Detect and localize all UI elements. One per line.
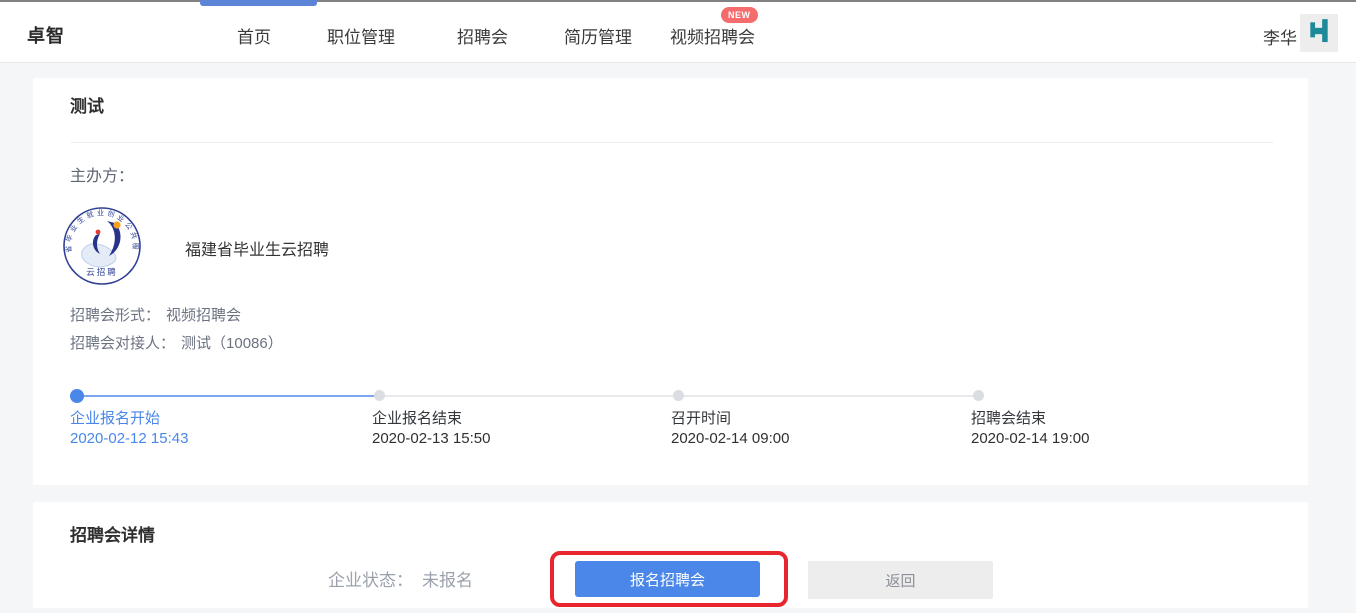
nav-item-job-management[interactable]: 职位管理 xyxy=(327,23,395,48)
nav-item-video-job-fair[interactable]: 视频招聘会 xyxy=(670,23,755,48)
register-job-fair-button[interactable]: 报名招聘会 xyxy=(575,561,760,597)
job-fair-details-card: 招聘会详情 企业状态： 未报名 报名招聘会 返回 xyxy=(33,502,1308,608)
brand-logo-text[interactable]: 卓智 xyxy=(27,22,65,48)
organizer-name: 福建省毕业生云招聘 xyxy=(185,236,329,260)
user-avatar[interactable] xyxy=(1300,14,1338,52)
timeline-step-title: 召开时间 xyxy=(671,407,731,428)
timeline-step-title: 企业报名开始 xyxy=(70,407,160,428)
nav-item-home[interactable]: 首页 xyxy=(237,23,271,48)
fair-contact-value: 测试（10086） xyxy=(181,335,283,352)
brand-h-icon xyxy=(1304,16,1334,51)
new-badge: NEW xyxy=(721,7,758,23)
enterprise-status-label: 企业状态： xyxy=(328,571,413,590)
timeline-step-title: 企业报名结束 xyxy=(372,407,462,428)
timeline-step-time: 2020-02-14 09:00 xyxy=(671,430,789,447)
job-fair-summary-card: 测试 主办方： 福建省毕业生就业创业公共服务网 云招聘 福建省毕业生云招聘 招聘… xyxy=(33,78,1308,485)
fair-format-label: 招聘会形式： xyxy=(70,307,160,324)
timeline-step-title: 招聘会结束 xyxy=(971,407,1046,428)
fair-format-value: 视频招聘会 xyxy=(166,307,241,324)
organizer-label: 主办方： xyxy=(70,162,134,186)
fair-format-line: 招聘会形式： 视频招聘会 xyxy=(70,304,241,325)
user-name[interactable]: 李华 xyxy=(1263,24,1297,49)
top-navbar: 卓智 首页 职位管理 招聘会 简历管理 视频招聘会 NEW 李华 xyxy=(0,2,1356,63)
details-heading: 招聘会详情 xyxy=(70,521,155,546)
seal-bottom-text: 云招聘 xyxy=(86,267,118,277)
timeline-step-time: 2020-02-13 15:50 xyxy=(372,430,490,447)
organizer-seal-logo: 福建省毕业生就业创业公共服务网 云招聘 xyxy=(62,206,142,286)
timeline-dot xyxy=(374,390,385,401)
back-button[interactable]: 返回 xyxy=(808,561,993,599)
divider xyxy=(71,142,1273,143)
job-fair-title: 测试 xyxy=(70,92,104,117)
enterprise-status-value: 未报名 xyxy=(422,571,473,590)
timeline-dot-active xyxy=(70,389,84,403)
timeline-dot xyxy=(673,390,684,401)
timeline-line-active xyxy=(77,395,379,397)
fair-contact-label: 招聘会对接人： xyxy=(70,335,175,352)
enterprise-status: 企业状态： 未报名 xyxy=(328,566,473,591)
timeline-step-time: 2020-02-12 15:43 xyxy=(70,430,188,447)
browser-tab-indicator xyxy=(200,0,317,6)
nav-item-job-fair[interactable]: 招聘会 xyxy=(457,23,508,48)
nav-item-resume-management[interactable]: 简历管理 xyxy=(564,23,632,48)
timeline-step-time: 2020-02-14 19:00 xyxy=(971,430,1089,447)
fair-contact-line: 招聘会对接人： 测试（10086） xyxy=(70,332,283,353)
timeline-dot xyxy=(973,390,984,401)
